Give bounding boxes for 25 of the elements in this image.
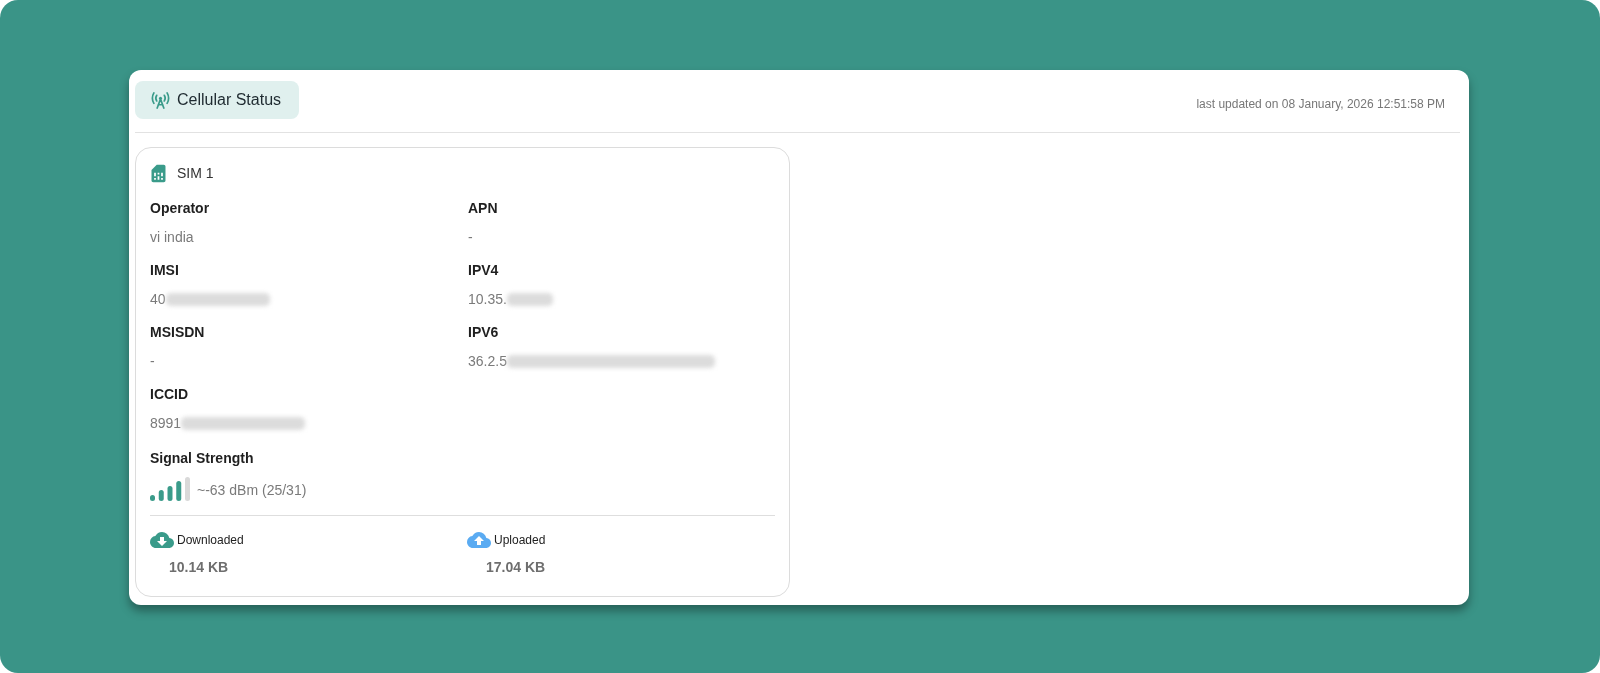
field-value: 10.35. xyxy=(468,290,507,309)
field-label: ICCID xyxy=(150,385,189,404)
antenna-tower-icon xyxy=(150,91,171,109)
field-value: 40 xyxy=(150,290,166,309)
field-value: vi india xyxy=(150,228,194,247)
field-label: MSISDN xyxy=(150,323,205,342)
last-updated-text: last updated on 08 January, 2026 12:51:58 PM xyxy=(1196,96,1445,113)
traffic-label: Uploaded xyxy=(494,532,546,549)
field-label: APN xyxy=(468,199,498,218)
field-label: IPV4 xyxy=(468,261,499,280)
sim-title: SIM 1 xyxy=(177,164,214,183)
field-value: - xyxy=(150,352,155,371)
traffic-value: 17.04 KB xyxy=(485,558,546,577)
field-value: 36.2.5 xyxy=(468,352,507,371)
field-value: 8991 xyxy=(150,414,182,433)
signal-reading: ~-63 dBm (25/31) xyxy=(197,480,307,500)
section-title: Cellular Status xyxy=(177,90,282,110)
traffic-value: 10.14 KB xyxy=(168,558,229,577)
field-value: - xyxy=(468,228,473,247)
signal-bars-icon xyxy=(150,477,190,501)
field-label: IMSI xyxy=(150,261,179,280)
signal-label: Signal Strength xyxy=(150,449,254,468)
field-label: IPV6 xyxy=(468,323,499,342)
field-label: Operator xyxy=(150,199,210,218)
traffic-label: Downloaded xyxy=(177,532,244,549)
